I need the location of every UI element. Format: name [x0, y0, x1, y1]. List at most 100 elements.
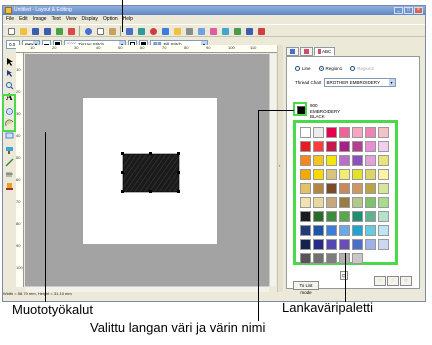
- select-arrow-icon[interactable]: [3, 55, 14, 66]
- palette-swatch[interactable]: [313, 183, 324, 194]
- palette-swatch[interactable]: [339, 183, 350, 194]
- palette-swatch[interactable]: [313, 225, 324, 236]
- menu-view[interactable]: View: [66, 15, 77, 23]
- palette-swatch[interactable]: [352, 183, 363, 194]
- menu-option[interactable]: Option: [103, 15, 118, 23]
- palette-swatch[interactable]: [352, 239, 363, 250]
- zoom-icon[interactable]: [160, 26, 170, 36]
- palette-swatch[interactable]: [339, 239, 350, 250]
- palette-swatch[interactable]: [313, 141, 324, 152]
- palette-swatch[interactable]: [378, 155, 389, 166]
- palette-swatch[interactable]: [313, 239, 324, 250]
- stitch-icon[interactable]: [184, 26, 194, 36]
- stroke-tool-icon[interactable]: [3, 156, 14, 167]
- vertical-scrollbar[interactable]: [269, 54, 276, 286]
- palette-swatch[interactable]: [378, 211, 389, 222]
- palette-swatch[interactable]: [378, 127, 389, 138]
- paste-icon[interactable]: [107, 26, 117, 36]
- palette-swatch[interactable]: [326, 169, 337, 180]
- palette-swatch[interactable]: [378, 225, 389, 236]
- palette-swatch[interactable]: [313, 127, 324, 138]
- palette-swatch[interactable]: [313, 169, 324, 180]
- palette-swatch[interactable]: [339, 211, 350, 222]
- zoom-tool-icon[interactable]: [3, 79, 14, 90]
- palette-swatch[interactable]: [352, 225, 363, 236]
- brush-tool-icon[interactable]: [3, 144, 14, 155]
- menu-display[interactable]: Display: [82, 15, 98, 23]
- palette-swatch[interactable]: [339, 169, 350, 180]
- menu-help[interactable]: Help: [123, 15, 133, 23]
- fav-heart-icon[interactable]: ♡: [400, 276, 412, 286]
- palette-swatch[interactable]: [326, 155, 337, 166]
- palette-swatch[interactable]: [313, 253, 324, 264]
- palette-swatch[interactable]: [300, 141, 311, 152]
- palette-swatch[interactable]: [378, 239, 389, 250]
- palette-swatch[interactable]: [326, 141, 337, 152]
- palette-swatch[interactable]: [300, 225, 311, 236]
- palette-swatch[interactable]: [365, 211, 376, 222]
- mirror-icon[interactable]: [136, 26, 146, 36]
- user-thread-icon[interactable]: ⊡: [340, 271, 348, 280]
- palette-swatch[interactable]: [365, 197, 376, 208]
- embroidery-shape[interactable]: [83, 98, 217, 244]
- edit-stitch-icon[interactable]: [172, 26, 182, 36]
- property-icon[interactable]: [244, 26, 254, 36]
- maximize-button[interactable]: □: [404, 7, 413, 14]
- import-icon[interactable]: [54, 26, 64, 36]
- new-file-icon[interactable]: [6, 26, 16, 36]
- sewing-order-icon[interactable]: [196, 26, 206, 36]
- palette-swatch[interactable]: [326, 211, 337, 222]
- palette-swatch[interactable]: [339, 155, 350, 166]
- palette-swatch[interactable]: [313, 155, 324, 166]
- palette-swatch[interactable]: [339, 225, 350, 236]
- palette-swatch[interactable]: [300, 169, 311, 180]
- palette-swatch[interactable]: [300, 239, 311, 250]
- palette-swatch[interactable]: [365, 155, 376, 166]
- palette-swatch[interactable]: [365, 141, 376, 152]
- palette-swatch[interactable]: [378, 183, 389, 194]
- thread-chart-select[interactable]: BROTHER EMBROIDERY ▾: [323, 78, 396, 87]
- sewing-attribute-icon[interactable]: [3, 180, 14, 191]
- palette-swatch[interactable]: [326, 239, 337, 250]
- palette-swatch[interactable]: [352, 197, 363, 208]
- color-icon[interactable]: [208, 26, 218, 36]
- open-file-icon[interactable]: [18, 26, 28, 36]
- palette-swatch[interactable]: [300, 253, 311, 264]
- radio-line[interactable]: Line: [295, 66, 311, 71]
- palette-swatch[interactable]: [339, 141, 350, 152]
- palette-swatch[interactable]: [365, 183, 376, 194]
- save-as-icon[interactable]: [42, 26, 52, 36]
- palette-swatch[interactable]: [352, 169, 363, 180]
- palette-swatch[interactable]: [339, 127, 350, 138]
- help-icon[interactable]: [256, 26, 266, 36]
- cut-icon[interactable]: [83, 26, 93, 36]
- tab-region[interactable]: [300, 47, 313, 56]
- stitch-tool-icon[interactable]: [3, 168, 14, 179]
- palette-swatch[interactable]: [326, 127, 337, 138]
- palette-swatch[interactable]: [365, 239, 376, 250]
- minimize-button[interactable]: _: [394, 7, 403, 14]
- design-canvas[interactable]: [25, 54, 269, 286]
- palette-swatch[interactable]: [300, 155, 311, 166]
- rotate-icon[interactable]: [148, 26, 158, 36]
- save-icon[interactable]: [30, 26, 40, 36]
- palette-swatch[interactable]: [326, 183, 337, 194]
- write-card-icon[interactable]: [66, 26, 76, 36]
- radio-region1[interactable]: Region1: [318, 66, 342, 71]
- panel-splitter[interactable]: ›: [277, 45, 283, 292]
- close-button[interactable]: ×: [414, 7, 423, 14]
- palette-swatch[interactable]: [300, 183, 311, 194]
- menu-image[interactable]: Image: [33, 15, 47, 23]
- palette-swatch[interactable]: [326, 197, 337, 208]
- palette-swatch[interactable]: [352, 127, 363, 138]
- image-icon[interactable]: [220, 26, 230, 36]
- preview-icon[interactable]: [232, 26, 242, 36]
- palette-swatch[interactable]: [300, 211, 311, 222]
- palette-swatch[interactable]: [326, 225, 337, 236]
- palette-swatch[interactable]: [365, 127, 376, 138]
- palette-swatch[interactable]: [378, 169, 389, 180]
- menu-file[interactable]: File: [6, 15, 14, 23]
- to-list-mode-button[interactable]: To List mode: [293, 281, 319, 295]
- palette-swatch[interactable]: [313, 197, 324, 208]
- palette-swatch[interactable]: [365, 225, 376, 236]
